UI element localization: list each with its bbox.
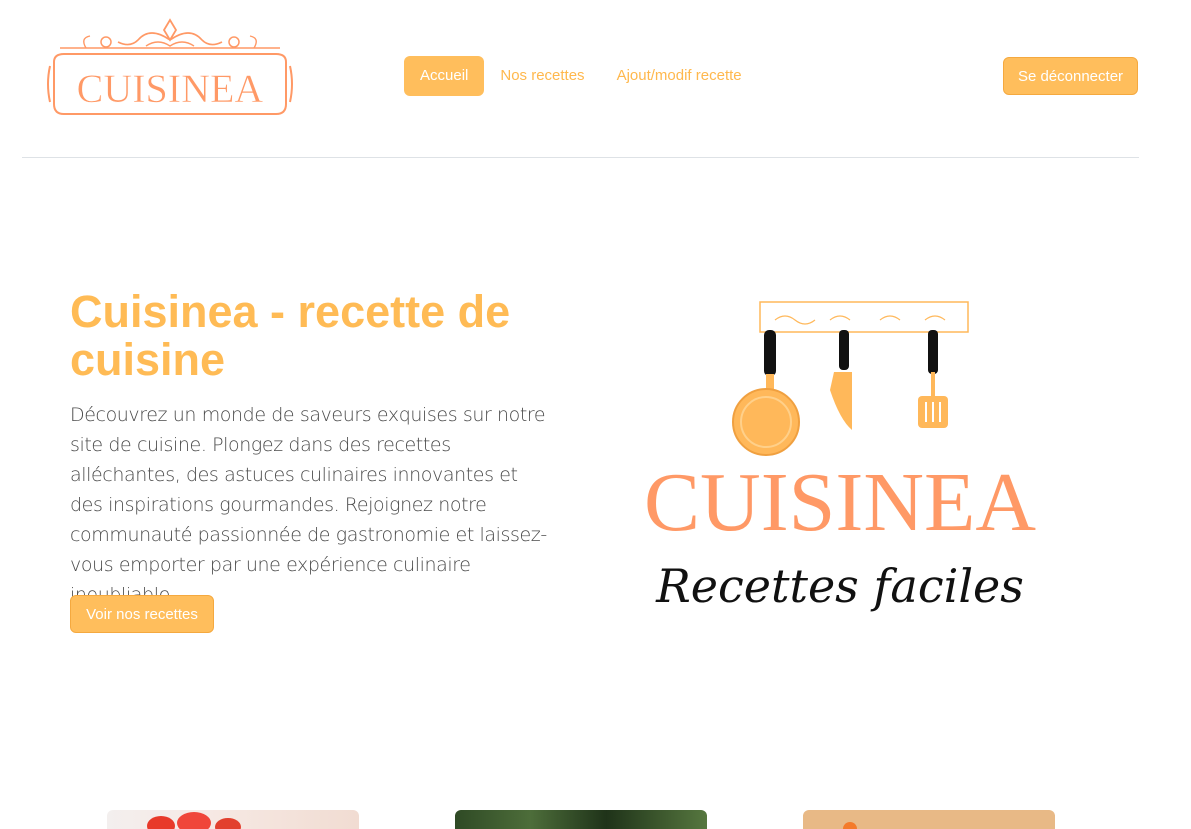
see-recipes-button[interactable]: Voir nos recettes (70, 595, 214, 633)
nav-item-accueil[interactable]: Accueil (404, 56, 485, 96)
hero-tagline: Recettes faciles (655, 559, 1024, 613)
logout-button[interactable]: Se déconnecter (1003, 57, 1138, 95)
hero-title: Cuisinea - recette de cuisine (70, 286, 511, 385)
main-nav: Accueil Nos recettes Ajout/modif recette (404, 56, 758, 96)
nav-item-ajout-modif-recette[interactable]: Ajout/modif recette (601, 56, 758, 96)
spatula-icon (918, 330, 948, 428)
cuisinea-logo[interactable]: CUISINEA (46, 16, 294, 120)
svg-text:CUISINEA: CUISINEA (77, 66, 264, 111)
frying-pan-icon (732, 330, 800, 456)
hero-description: Découvrez un monde de saveurs exquises s… (70, 404, 547, 606)
knife-icon (830, 330, 852, 430)
header-divider (22, 157, 1139, 158)
site-header: CUISINEA Accueil Nos recettes Ajout/modi… (0, 0, 1191, 158)
utensil-rack-icon (759, 301, 969, 333)
recipe-card-3[interactable] (803, 810, 1055, 829)
recipe-card-2[interactable] (455, 810, 707, 829)
hero-illustration: CUISINEA Recettes faciles (644, 301, 1036, 613)
nav-item-nos-recettes[interactable]: Nos recettes (484, 56, 600, 96)
hero-logo-text: CUISINEA (644, 456, 1036, 549)
recipe-card-1[interactable] (107, 810, 359, 829)
